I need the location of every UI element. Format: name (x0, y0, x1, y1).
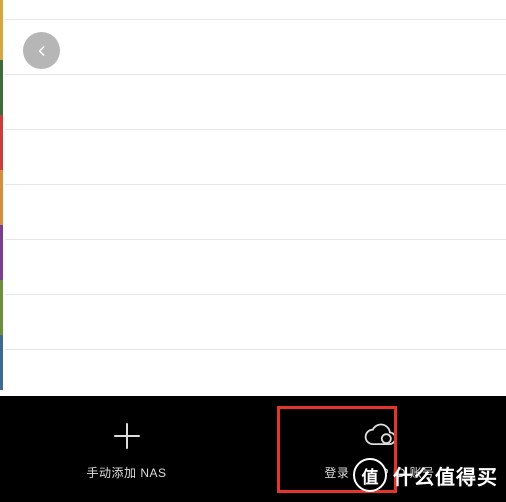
add-nas-label: 手动添加 NAS (86, 464, 166, 481)
watermark-badge: 值 (353, 458, 387, 492)
edge-color-strip (0, 0, 3, 396)
nas-list (5, 0, 506, 350)
list-item[interactable] (5, 0, 506, 20)
list-item[interactable] (5, 185, 506, 240)
add-nas-button[interactable]: 手动添加 NAS (0, 396, 253, 502)
cloud-icon (362, 418, 398, 454)
watermark-text: 什么值得买 (393, 461, 498, 490)
list-item[interactable] (5, 20, 506, 75)
list-item[interactable] (5, 75, 506, 130)
plus-icon (109, 418, 145, 454)
watermark: 值 什么值得买 (353, 458, 498, 492)
list-item[interactable] (5, 295, 506, 350)
list-item[interactable] (5, 240, 506, 295)
list-item[interactable] (5, 130, 506, 185)
